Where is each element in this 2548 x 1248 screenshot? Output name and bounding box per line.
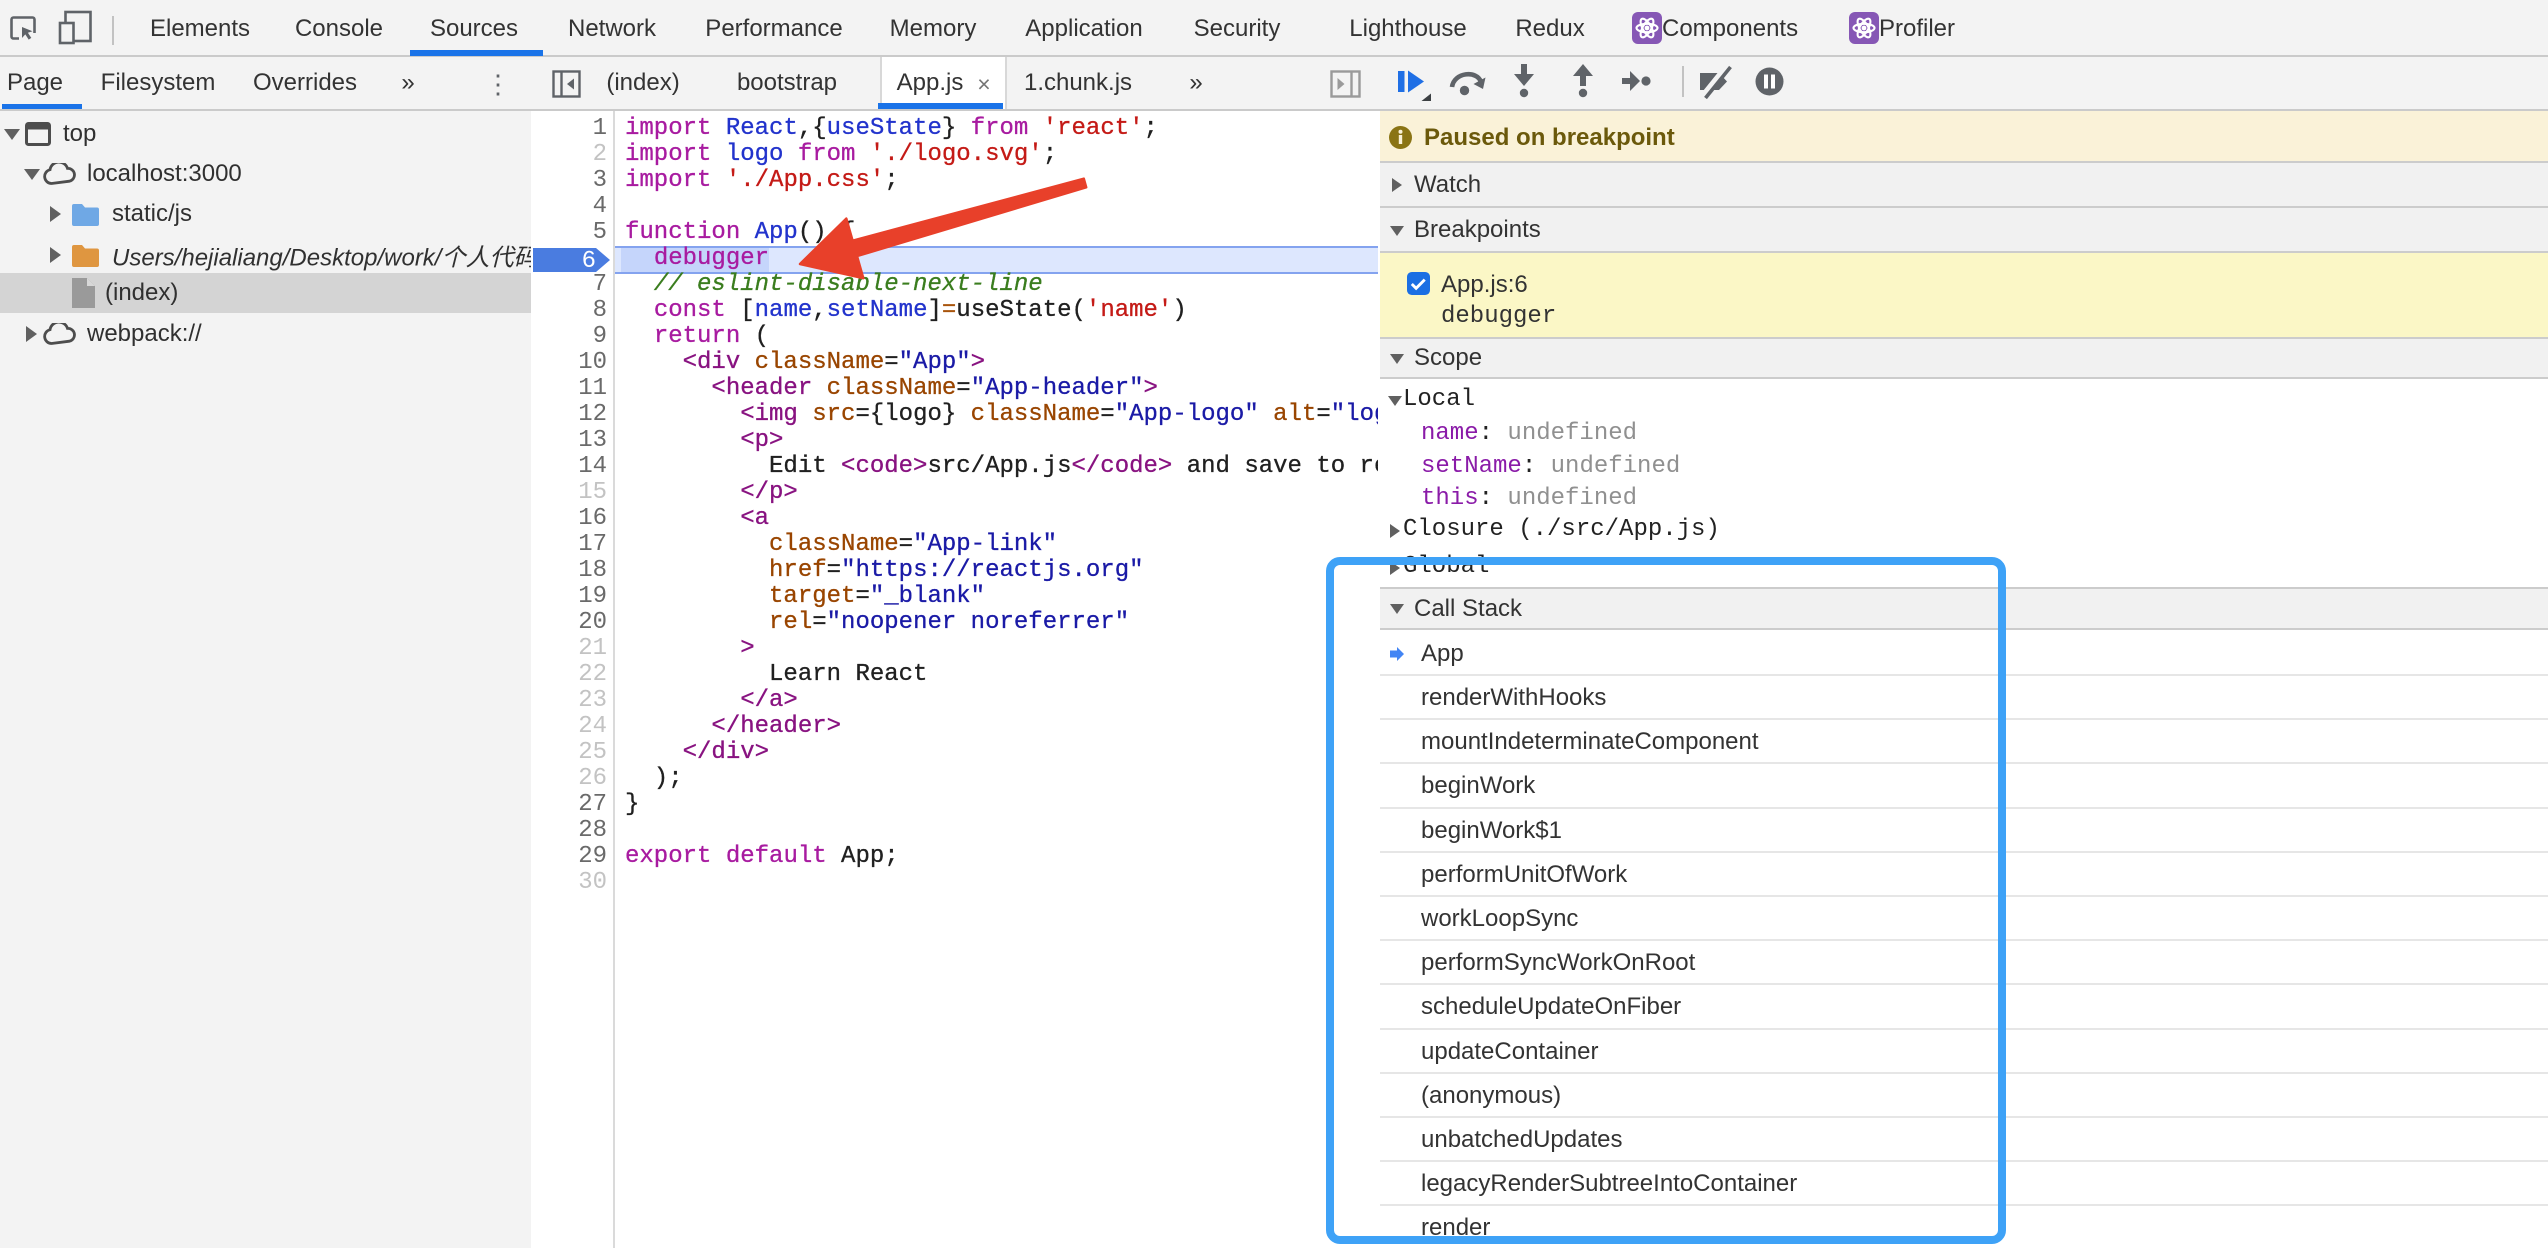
svg-text:6: 6 [582,248,596,273]
